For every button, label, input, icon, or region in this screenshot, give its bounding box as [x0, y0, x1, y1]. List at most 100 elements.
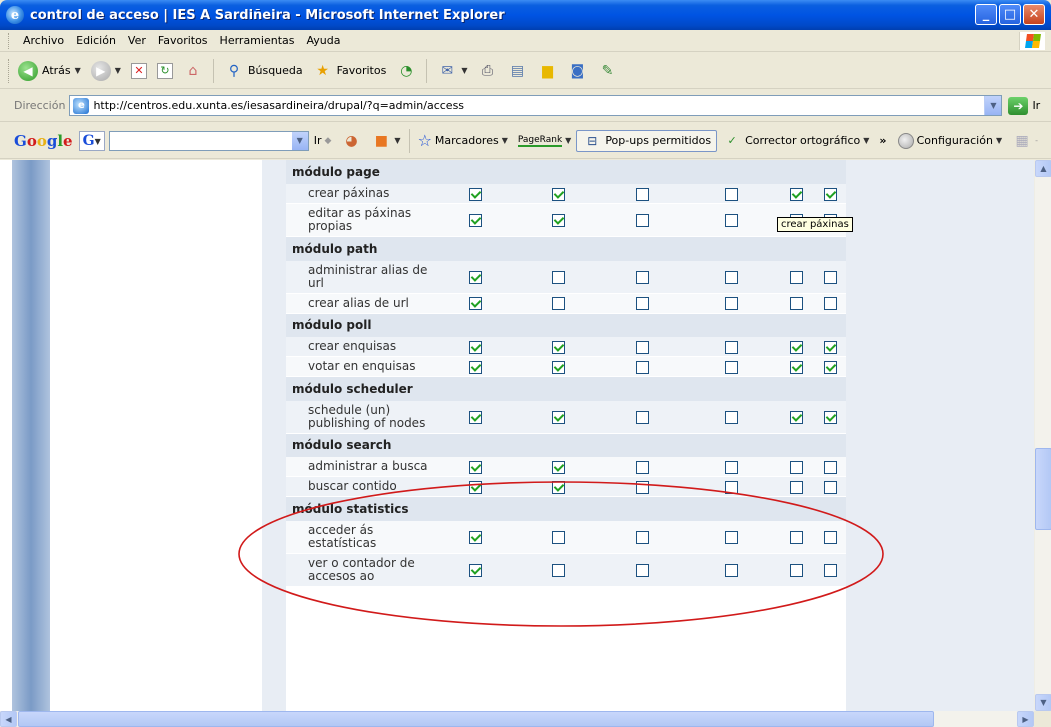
spellcheck-button[interactable]: ✓ Corrector ortográfico ▼	[717, 129, 874, 153]
research-button[interactable]: ✎	[594, 58, 620, 84]
checkbox-checked[interactable]	[789, 340, 803, 354]
chevron-down-icon[interactable]: ▼	[115, 66, 121, 75]
chevron-down-icon[interactable]: ▼	[75, 66, 81, 75]
horizontal-scrollbar[interactable]: ◀ ▶	[0, 711, 1034, 727]
checkbox-unchecked[interactable]	[789, 480, 803, 494]
checkbox-checked[interactable]	[551, 214, 565, 227]
settings-button[interactable]: Configuración ▼	[893, 129, 1008, 153]
maximize-button[interactable]: □	[999, 4, 1021, 25]
checkbox-unchecked[interactable]	[551, 270, 565, 284]
checkbox-unchecked[interactable]	[551, 563, 565, 577]
checkbox-unchecked[interactable]	[635, 360, 649, 374]
back-button[interactable]: ◀ Atrás ▼	[15, 58, 84, 84]
checkbox-unchecked[interactable]	[823, 460, 837, 474]
checkbox-checked[interactable]	[551, 460, 565, 474]
checkbox-unchecked[interactable]	[724, 480, 738, 494]
checkbox-unchecked[interactable]	[823, 297, 837, 310]
checkbox-checked[interactable]	[468, 460, 482, 474]
checkbox-unchecked[interactable]	[823, 530, 837, 544]
checkbox-checked[interactable]	[551, 187, 565, 201]
forward-button[interactable]: ▶ ▼	[88, 58, 124, 84]
vertical-scrollbar[interactable]: ▲ ▼	[1034, 160, 1051, 711]
scroll-right-button[interactable]: ▶	[1017, 711, 1034, 727]
chevron-down-icon[interactable]: ▼	[996, 136, 1002, 145]
checkbox-unchecked[interactable]	[724, 270, 738, 284]
print-button[interactable]: ⎙	[474, 58, 500, 84]
checkbox-checked[interactable]	[468, 480, 482, 494]
checkbox-checked[interactable]	[468, 530, 482, 544]
edit-button[interactable]: ▤	[504, 58, 530, 84]
menu-herramientas[interactable]: Herramientas	[214, 34, 301, 47]
chevron-down-icon[interactable]: ▼	[291, 131, 308, 150]
google-blogger-button[interactable]: ■ ▼	[366, 129, 405, 153]
menu-edicion[interactable]: Edición	[70, 34, 122, 47]
checkbox-unchecked[interactable]	[823, 270, 837, 284]
checkbox-checked[interactable]	[468, 360, 482, 374]
checkbox-unchecked[interactable]	[635, 480, 649, 494]
bookmarks-button[interactable]: ☆ Marcadores ▼	[413, 129, 513, 153]
scroll-down-button[interactable]: ▼	[1035, 694, 1051, 711]
menu-ver[interactable]: Ver	[122, 34, 152, 47]
checkbox-checked[interactable]	[468, 410, 482, 424]
discuss-button[interactable]: ▆	[534, 58, 560, 84]
checkbox-checked[interactable]	[789, 410, 803, 424]
horizontal-scroll-thumb[interactable]	[18, 711, 934, 727]
close-button[interactable]: ✕	[1023, 4, 1045, 25]
refresh-button[interactable]: ↻	[154, 58, 176, 84]
scroll-left-button[interactable]: ◀	[0, 711, 17, 727]
checkbox-checked[interactable]	[823, 410, 837, 424]
checkbox-unchecked[interactable]	[635, 340, 649, 354]
google-news-button[interactable]: ◕	[336, 129, 366, 153]
checkbox-unchecked[interactable]	[635, 214, 649, 227]
minimize-button[interactable]: _	[975, 4, 997, 25]
history-button[interactable]: ◔	[393, 58, 419, 84]
chevron-down-icon[interactable]: ▼	[394, 136, 400, 145]
google-go-button[interactable]: Ir ◆	[309, 129, 337, 153]
checkbox-unchecked[interactable]	[724, 410, 738, 424]
checkbox-unchecked[interactable]	[789, 530, 803, 544]
checkbox-unchecked[interactable]	[724, 340, 738, 354]
checkbox-checked[interactable]	[551, 340, 565, 354]
checkbox-unchecked[interactable]	[635, 530, 649, 544]
messenger-button[interactable]: ◙	[564, 58, 590, 84]
checkbox-checked[interactable]	[789, 360, 803, 374]
google-logo[interactable]: Google	[14, 132, 73, 150]
menu-ayuda[interactable]: Ayuda	[300, 34, 346, 47]
checkbox-unchecked[interactable]	[724, 297, 738, 310]
vertical-scroll-thumb[interactable]	[1035, 448, 1051, 530]
checkbox-unchecked[interactable]	[789, 460, 803, 474]
chevron-down-icon[interactable]: ▼	[461, 66, 467, 75]
chevron-down-icon[interactable]: ▼	[502, 136, 508, 145]
go-button[interactable]: ➔ Ir	[1008, 96, 1040, 115]
checkbox-checked[interactable]	[468, 563, 482, 577]
checkbox-unchecked[interactable]	[635, 563, 649, 577]
checkbox-unchecked[interactable]	[789, 297, 803, 310]
extra-toolbar-button[interactable]: ▦ -	[1007, 129, 1043, 153]
checkbox-checked[interactable]	[468, 340, 482, 354]
chevron-down-icon[interactable]: -	[1035, 136, 1038, 145]
checkbox-checked[interactable]	[823, 360, 837, 374]
more-button[interactable]: »	[874, 129, 891, 153]
checkbox-unchecked[interactable]	[724, 187, 738, 201]
chevron-down-icon[interactable]: ▼	[565, 136, 571, 145]
checkbox-unchecked[interactable]	[635, 187, 649, 201]
checkbox-checked[interactable]	[551, 360, 565, 374]
menu-favoritos[interactable]: Favoritos	[152, 34, 214, 47]
address-url[interactable]: http://centros.edu.xunta.es/iesasardinei…	[93, 99, 984, 112]
pagerank-button[interactable]: PageRank ▼	[513, 129, 576, 153]
checkbox-unchecked[interactable]	[635, 297, 649, 310]
checkbox-unchecked[interactable]	[823, 563, 837, 577]
checkbox-unchecked[interactable]	[823, 480, 837, 494]
checkbox-checked[interactable]	[823, 340, 837, 354]
checkbox-checked[interactable]	[823, 187, 837, 201]
chevron-down-icon[interactable]: ▼	[984, 96, 1002, 115]
google-menu-button[interactable]: G ▼	[78, 130, 105, 151]
checkbox-unchecked[interactable]	[635, 270, 649, 284]
scroll-up-button[interactable]: ▲	[1035, 160, 1051, 177]
mail-button[interactable]: ✉ ▼	[434, 58, 470, 84]
google-search-input[interactable]: ▼	[108, 130, 309, 151]
home-button[interactable]: ⌂	[180, 58, 206, 84]
checkbox-unchecked[interactable]	[724, 214, 738, 227]
checkbox-checked[interactable]	[551, 480, 565, 494]
popups-button[interactable]: ⊟ Pop-ups permitidos	[576, 129, 718, 152]
